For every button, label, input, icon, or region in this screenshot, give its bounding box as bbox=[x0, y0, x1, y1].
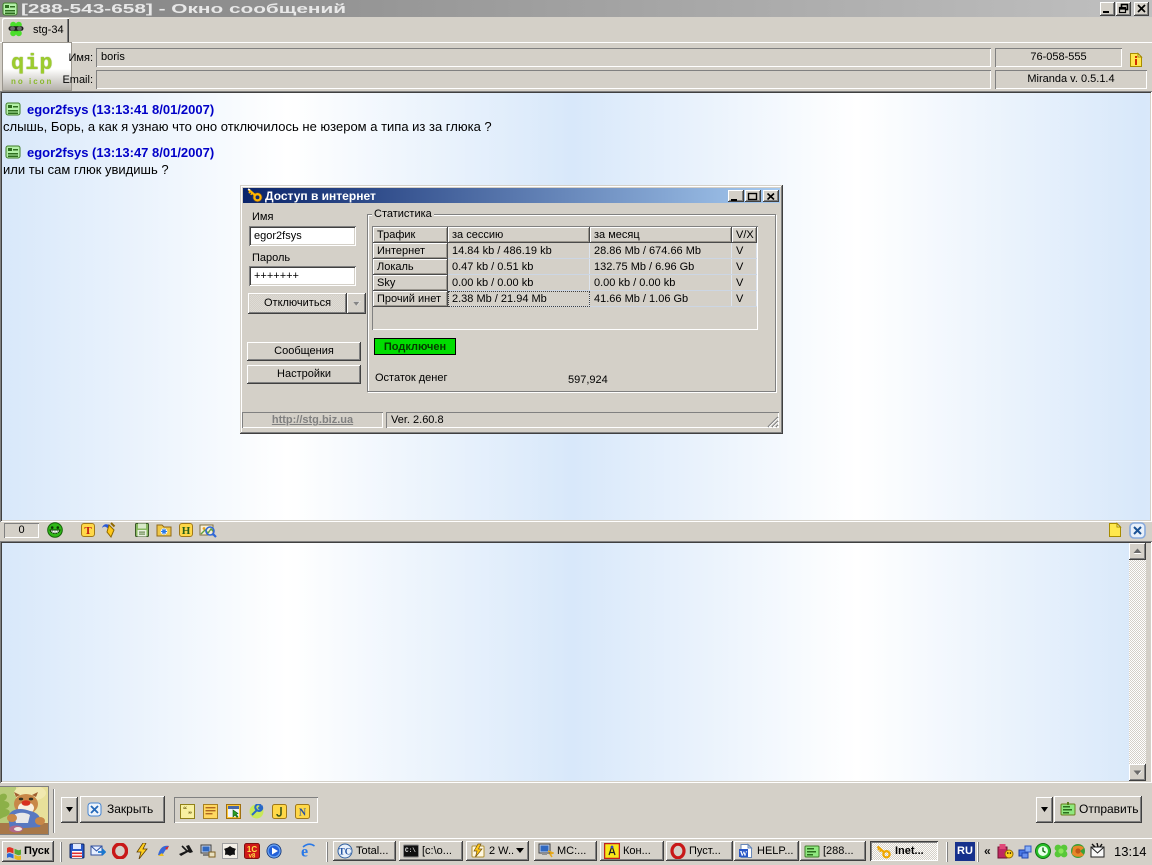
svg-text:“: “ bbox=[183, 805, 187, 814]
svg-text:TC: TC bbox=[339, 847, 352, 857]
svg-text:C:\: C:\ bbox=[405, 847, 416, 854]
svg-text:T: T bbox=[84, 525, 92, 537]
svg-text:”: ” bbox=[188, 810, 192, 819]
svg-text:v8: v8 bbox=[249, 854, 256, 860]
svg-text:N: N bbox=[299, 808, 307, 819]
svg-text:W: W bbox=[740, 849, 748, 858]
svg-text:H: H bbox=[182, 525, 191, 537]
